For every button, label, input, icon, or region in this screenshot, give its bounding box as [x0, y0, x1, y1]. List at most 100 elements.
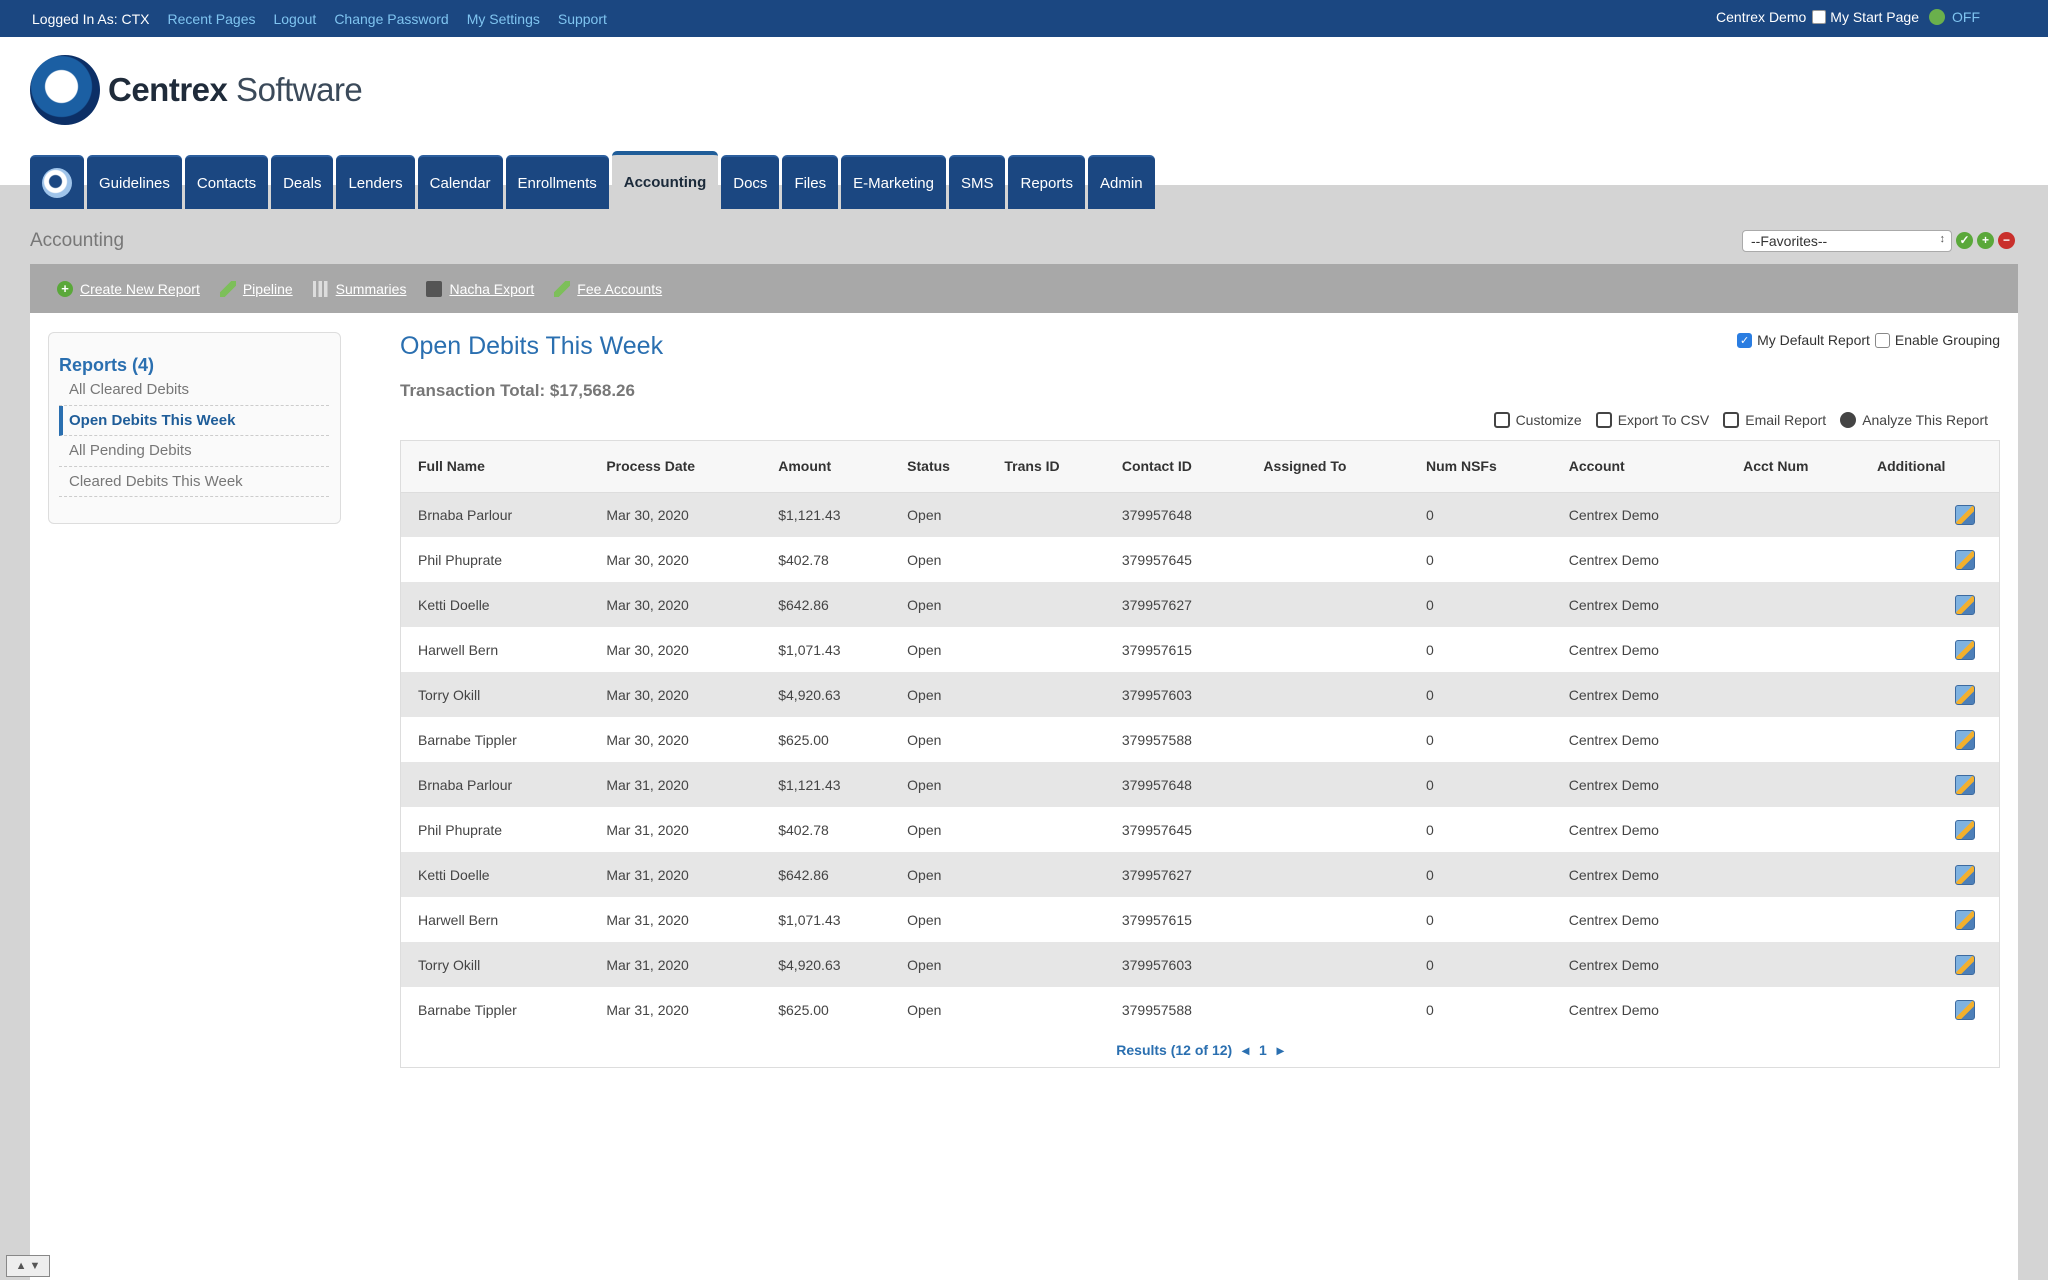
logo[interactable]: Centrex Software	[30, 55, 363, 125]
report-options: ✓ My Default Report Enable Grouping	[1737, 332, 2000, 348]
toggle-icon[interactable]	[1929, 9, 1945, 25]
column-header[interactable]: Account	[1551, 441, 1727, 493]
edit-record-icon[interactable]	[1955, 729, 1975, 750]
table-cell: Mar 31, 2020	[589, 987, 762, 1032]
column-header[interactable]: Additional	[1860, 441, 1999, 493]
tab-accounting[interactable]: Accounting	[611, 151, 719, 209]
edit-record-icon[interactable]	[1955, 774, 1975, 795]
table-row[interactable]: Torry Okill Mar 31, 2020 $4,920.63 Open 3799…	[401, 942, 1999, 987]
edit-record-icon[interactable]	[1955, 999, 1975, 1020]
report-table: Full Name Process Date Amount Status Trans I…	[400, 440, 2000, 1068]
pipeline-link[interactable]: Pipeline	[219, 280, 293, 297]
column-header[interactable]: Process Date	[589, 441, 762, 493]
tab-home[interactable]	[30, 155, 84, 209]
edit-record-icon[interactable]	[1955, 594, 1975, 615]
favorite-remove-icon[interactable]: −	[1998, 232, 2015, 249]
table-row[interactable]: Ketti Doelle Mar 31, 2020 $642.86 Open 37995…	[401, 852, 1999, 897]
table-cell: Centrex Demo	[1551, 537, 1727, 582]
table-row[interactable]: Harwell Bern Mar 30, 2020 $1,071.43 Open 379…	[401, 627, 1999, 672]
email-report-button[interactable]: Email Report	[1723, 412, 1826, 428]
logout-link[interactable]: Logout	[273, 11, 316, 27]
next-page-icon[interactable]: ▸	[1277, 1042, 1284, 1058]
scroll-control[interactable]: ▲ ▼	[6, 1255, 50, 1277]
tab-e-marketing[interactable]: E-Marketing	[841, 155, 946, 209]
tab-docs[interactable]: Docs	[721, 155, 780, 209]
recent-pages-link[interactable]: Recent Pages	[168, 11, 256, 27]
nacha-export-link[interactable]: Nacha Export	[426, 280, 534, 297]
table-row[interactable]: Barnabe Tippler Mar 30, 2020 $625.00 Open 37…	[401, 717, 1999, 762]
analyze-report-button[interactable]: Analyze This Report	[1840, 412, 1988, 428]
column-header[interactable]: Acct Num	[1726, 441, 1861, 493]
tab-guidelines[interactable]: Guidelines	[87, 155, 182, 209]
table-cell: Centrex Demo	[1551, 852, 1727, 897]
table-cell: Mar 31, 2020	[589, 762, 762, 807]
table-row[interactable]: Brnaba Parlour Mar 30, 2020 $1,121.43 Open 3…	[401, 492, 1999, 537]
toggle-state[interactable]: OFF	[1952, 9, 1980, 25]
column-header[interactable]: Status	[890, 441, 988, 493]
column-header[interactable]: Contact ID	[1104, 441, 1247, 493]
table-row[interactable]: Barnabe Tippler Mar 31, 2020 $625.00 Open 37…	[401, 987, 1999, 1032]
table-row[interactable]: Ketti Doelle Mar 30, 2020 $642.86 Open 37995…	[401, 582, 1999, 627]
start-page-checkbox[interactable]	[1812, 10, 1827, 24]
create-new-report-link[interactable]: + Create New Report	[57, 280, 200, 297]
table-cell: Centrex Demo	[1551, 942, 1727, 987]
tab-deals[interactable]: Deals	[271, 155, 334, 209]
tab-enrollments[interactable]: Enrollments	[505, 155, 609, 209]
table-row[interactable]: Harwell Bern Mar 31, 2020 $1,071.43 Open 379…	[401, 897, 1999, 942]
tab-contacts[interactable]: Contacts	[184, 155, 269, 209]
favorite-add-icon[interactable]: +	[1977, 232, 1994, 249]
fee-accounts-link[interactable]: Fee Accounts	[554, 280, 662, 297]
sidebar-item-all-cleared-debits[interactable]: All Cleared Debits	[59, 375, 329, 406]
favorites-value: --Favorites--	[1751, 233, 1828, 249]
table-cell: 0	[1408, 672, 1552, 717]
tab-admin[interactable]: Admin	[1088, 155, 1155, 209]
table-cell: $1,121.43	[761, 492, 891, 537]
column-header[interactable]: Assigned To	[1246, 441, 1409, 493]
edit-record-icon[interactable]	[1955, 549, 1975, 570]
tab-calendar[interactable]: Calendar	[417, 155, 503, 209]
summaries-link[interactable]: Summaries	[312, 280, 406, 297]
edit-record-icon[interactable]	[1955, 684, 1975, 705]
favorites-select[interactable]: --Favorites-- ↕	[1742, 230, 1952, 252]
my-default-report-checkbox[interactable]: ✓	[1737, 332, 1753, 348]
table-cell	[1246, 897, 1409, 942]
column-header[interactable]: Num NSFs	[1408, 441, 1552, 493]
pencil-icon	[554, 280, 571, 297]
edit-record-icon[interactable]	[1955, 639, 1975, 660]
table-cell: Ketti Doelle	[401, 852, 590, 897]
table-cell: Torry Okill	[401, 942, 590, 987]
table-cell	[987, 537, 1105, 582]
tab-reports[interactable]: Reports	[1008, 155, 1086, 209]
table-row[interactable]: Brnaba Parlour Mar 31, 2020 $1,121.43 Open 3…	[401, 762, 1999, 807]
tab-lenders[interactable]: Lenders	[336, 155, 415, 209]
tab-files[interactable]: Files	[782, 155, 839, 209]
sidebar-item-cleared-debits-this-week[interactable]: Cleared Debits This Week	[59, 467, 329, 497]
edit-record-icon[interactable]	[1955, 504, 1975, 525]
column-header[interactable]: Full Name	[401, 441, 590, 493]
table-row[interactable]: Torry Okill Mar 30, 2020 $4,920.63 Open 3799…	[401, 672, 1999, 717]
favorite-go-icon[interactable]: ✓	[1956, 232, 1973, 249]
table-cell	[1726, 807, 1861, 852]
column-header[interactable]: Trans ID	[987, 441, 1105, 493]
enable-grouping-checkbox[interactable]	[1874, 332, 1890, 348]
prev-page-icon[interactable]: ◂	[1242, 1042, 1249, 1058]
edit-record-icon[interactable]	[1955, 954, 1975, 975]
tab-sms[interactable]: SMS	[948, 155, 1006, 209]
table-cell: 0	[1408, 987, 1552, 1032]
page-number[interactable]: 1	[1259, 1042, 1267, 1058]
support-link[interactable]: Support	[558, 11, 607, 27]
customize-button[interactable]: Customize	[1493, 412, 1582, 428]
edit-record-icon[interactable]	[1955, 819, 1975, 840]
sidebar-item-open-debits-this-week[interactable]: Open Debits This Week	[59, 405, 329, 436]
table-cell	[1860, 537, 1999, 582]
table-row[interactable]: Phil Phuprate Mar 30, 2020 $402.78 Open 3799…	[401, 537, 1999, 582]
column-header[interactable]: Amount	[761, 441, 891, 493]
sidebar-item-all-pending-debits[interactable]: All Pending Debits	[59, 436, 329, 467]
change-password-link[interactable]: Change Password	[334, 11, 448, 27]
table-row[interactable]: Phil Phuprate Mar 31, 2020 $402.78 Open 3799…	[401, 807, 1999, 852]
edit-record-icon[interactable]	[1955, 864, 1975, 885]
table-cell	[1726, 762, 1861, 807]
my-settings-link[interactable]: My Settings	[467, 11, 540, 27]
edit-record-icon[interactable]	[1955, 909, 1975, 930]
export-csv-button[interactable]: Export To CSV	[1595, 412, 1709, 428]
